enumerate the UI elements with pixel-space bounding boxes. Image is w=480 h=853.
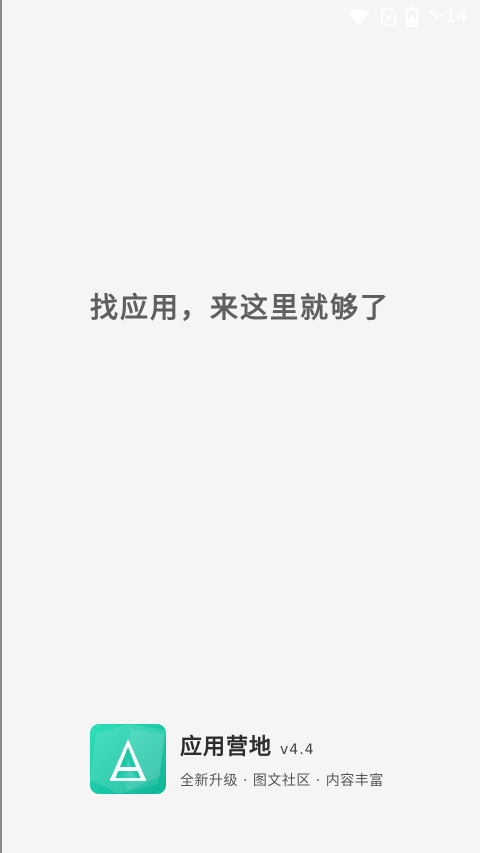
app-name: 应用营地 <box>180 734 273 760</box>
battery-icon <box>405 7 418 27</box>
status-time: 5:14 <box>427 7 468 27</box>
no-sim-icon <box>380 8 396 26</box>
brand-text: 应用营地 v4.4 全新升级 · 图文社区 · 内容丰富 <box>180 729 384 790</box>
app-tagline: 全新升级 · 图文社区 · 内容丰富 <box>180 772 384 789</box>
brand-block: 应用营地 v4.4 全新升级 · 图文社区 · 内容丰富 <box>90 724 384 794</box>
brand-title-row: 应用营地 v4.4 <box>180 729 384 761</box>
app-logo-icon <box>90 724 166 794</box>
status-bar: 5:14 <box>0 0 480 34</box>
wifi-icon <box>348 8 370 26</box>
splash-slogan: 找应用，来这里就够了 <box>89 291 390 324</box>
app-version: v4.4 <box>280 741 315 758</box>
screen-edge <box>0 0 2 853</box>
